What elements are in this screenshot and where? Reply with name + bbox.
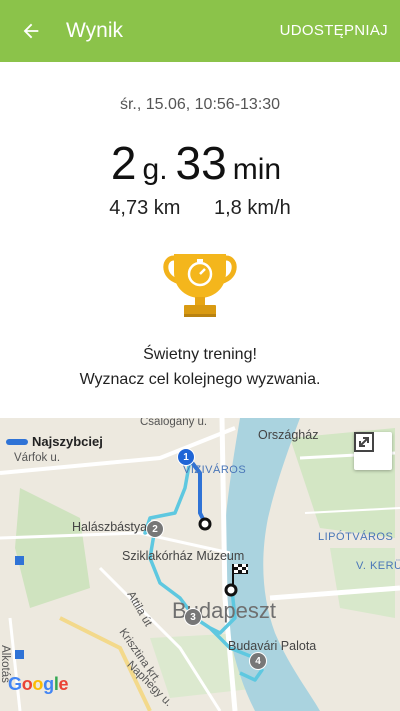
map-label-csalogany: Csalogány u. xyxy=(140,418,208,428)
route-marker-2[interactable]: 2 xyxy=(146,520,164,538)
workout-date-time: śr., 15.06, 10:56-13:30 xyxy=(119,96,281,113)
route-marker-1[interactable]: 1 xyxy=(177,448,195,466)
map-label-budavari: Budavári Palota xyxy=(228,639,317,653)
map-label-vizivaros: VÍZIVÁROS xyxy=(183,464,247,476)
google-letter: e xyxy=(58,674,69,694)
back-button[interactable] xyxy=(0,0,62,62)
map-label-halaszbastya: Halászbástya xyxy=(72,520,148,534)
minutes-unit: min xyxy=(232,153,282,186)
duration-hours: 2 xyxy=(110,137,137,189)
map-label-varfok: Várfok u. xyxy=(14,452,61,464)
legend-swatch xyxy=(6,438,28,445)
share-button[interactable]: UDOSTĘPNIAJ xyxy=(280,22,388,39)
google-letter: o xyxy=(32,674,44,694)
map-label-sziklakorhaz: Sziklakórház Múzeum xyxy=(122,549,245,563)
workout-duration: 2 g. 33 min xyxy=(0,136,400,190)
page-title: Wynik xyxy=(66,19,123,42)
route-map[interactable]: Najszybciej Csalogány u. Országház Várfo… xyxy=(0,418,400,711)
google-letter: g xyxy=(43,674,54,694)
workout-stats: 4,73 km 1,8 km/h xyxy=(0,197,400,220)
hours-unit: g. xyxy=(142,153,168,186)
speed-value: 1,8 km/h xyxy=(214,197,291,219)
map-label-lipotvaros: LIPÓTVÁROS xyxy=(318,531,394,543)
google-letter: o xyxy=(21,674,33,694)
google-logo: Google xyxy=(8,674,69,695)
arrow-left-icon xyxy=(23,23,39,39)
legend-label: Najszybciej xyxy=(32,434,103,449)
expand-map-button[interactable] xyxy=(354,432,392,470)
app-bar: Wynik UDOSTĘPNIAJ xyxy=(0,0,400,62)
google-letter: G xyxy=(8,674,22,694)
route-legend: Najszybciej xyxy=(6,434,103,449)
result-card: śr., 15.06, 10:56-13:30 2 g. 33 min 4,73 km… xyxy=(0,62,400,418)
achievement-message: Świetny trening! Wyznacz cel kolejnego w… xyxy=(0,342,400,392)
duration-minutes: 33 xyxy=(175,137,227,189)
distance-value: 4,73 km xyxy=(109,197,181,219)
map-label-orszaghaz: Országház xyxy=(258,428,319,442)
map-label-kerulet: V. KERÜL xyxy=(356,560,400,572)
route-marker-4[interactable]: 4 xyxy=(249,652,267,670)
route-marker-3[interactable]: 3 xyxy=(184,608,202,626)
achievement-title: Świetny trening! xyxy=(143,346,257,363)
achievement-subtitle: Wyznacz cel kolejnego wyzwania. xyxy=(79,371,321,388)
expand-icon xyxy=(354,432,374,452)
trophy-stopwatch-icon xyxy=(163,254,237,317)
